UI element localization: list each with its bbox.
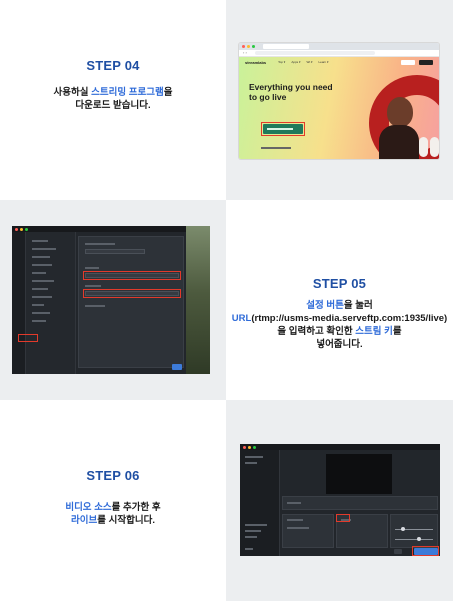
settings-button-highlight-text: 설정 버튼 — [306, 300, 344, 311]
browser-tab — [263, 44, 309, 49]
background-forest-right — [184, 226, 210, 374]
step05-text-panel: STEP 05 설정 버튼을 눌러 URL(rtmp://usms-media.… — [226, 200, 453, 400]
settings-done-button — [172, 364, 182, 370]
scene-preview — [326, 454, 392, 494]
site-nav-links: Top ▾ Apps ▾ Wt ▾ Learn ▾ — [278, 60, 329, 64]
url-highlight-text: URL — [231, 313, 252, 324]
step04-text-panel: STEP 04 사용하실 스트리밍 프로그램을 다운로드 받습니다. — [0, 0, 226, 200]
site-navbar: streamlabs Top ▾ Apps ▾ Wt ▾ Learn ▾ — [239, 57, 439, 67]
stream-settings-form — [78, 236, 184, 368]
other-platforms-link — [261, 147, 291, 149]
site-brand-logo: streamlabs — [245, 59, 267, 65]
step06-description: 비디오 소스를 추가한 후 라이브를 시작합니다. — [0, 501, 226, 527]
back-arrow-icon: ‹ › — [243, 50, 247, 55]
browser-address-bar: ‹ › — [239, 50, 439, 57]
browser-tab-bar — [239, 43, 439, 50]
streamlabs-homepage: streamlabs Top ▾ Apps ▾ Wt ▾ Learn ▾ Eve… — [239, 57, 439, 159]
step05-line3: 을 입력하고 확인한 스트림 키를 — [277, 326, 402, 337]
streaming-program-highlight: 스트리밍 프로그램 — [91, 87, 164, 98]
hero-person-face — [387, 97, 413, 127]
scene-bar — [282, 496, 438, 510]
browser-window-screenshot: ‹ › streamlabs Top ▾ Apps ▾ Wt ▾ Learn ▾… — [239, 43, 439, 159]
step04-desc-line1: 사용하실 스트리밍 프로그램을 — [53, 87, 173, 98]
audio-mixer-panel — [390, 514, 438, 548]
editor-footer-button — [394, 549, 402, 554]
service-select — [85, 249, 145, 254]
hero-person-body — [379, 125, 419, 159]
editor-window-screenshot — [240, 444, 440, 556]
video-source-highlight-text: 비디오 소스 — [65, 502, 112, 513]
step06-line2: 라이브를 시작합니다. — [71, 515, 155, 526]
live-highlight-text: 라이브 — [71, 515, 98, 526]
signup-button — [419, 60, 433, 65]
app-left-nav — [12, 232, 26, 374]
hero-decoration-2 — [430, 137, 439, 157]
step05-line4: 넣어줍니다. — [316, 339, 363, 350]
editor-left-nav — [240, 450, 280, 556]
step06-text-panel: STEP 06 비디오 소스를 추가한 후 라이브를 시작합니다. — [0, 400, 226, 601]
address-field — [254, 51, 375, 55]
settings-categories — [26, 232, 76, 374]
scenes-panel — [282, 514, 334, 548]
step05-line2: URL(rtmp://usms-media.serveftp.com:1935/… — [231, 313, 448, 324]
step04-title: STEP 04 — [86, 58, 140, 73]
server-url-highlight — [83, 271, 181, 280]
settings-window-screenshot — [12, 226, 186, 374]
step04-description: 사용하실 스트리밍 프로그램을 다운로드 받습니다. — [0, 86, 226, 112]
stream-key-highlight-text: 스트림 키 — [355, 326, 393, 337]
settings-button-highlight — [18, 334, 38, 342]
step06-title: STEP 06 — [86, 468, 140, 483]
stream-key-highlight — [83, 289, 181, 298]
step05-title: STEP 05 — [312, 276, 367, 291]
login-button — [401, 60, 415, 65]
hero-decoration-1 — [419, 137, 428, 157]
step06-line1: 비디오 소스를 추가한 후 — [65, 502, 161, 513]
step05-description: 설정 버튼을 눌러 URL(rtmp://usms-media.serveftp… — [226, 299, 453, 351]
site-headline: Everything you need to go live — [249, 82, 333, 102]
step04-desc-line2: 다운로드 받습니다. — [75, 100, 151, 111]
add-source-highlight — [336, 514, 350, 522]
step05-line1: 설정 버튼을 눌러 — [306, 300, 373, 311]
go-live-highlight — [412, 546, 439, 556]
download-highlight-box — [261, 122, 305, 136]
